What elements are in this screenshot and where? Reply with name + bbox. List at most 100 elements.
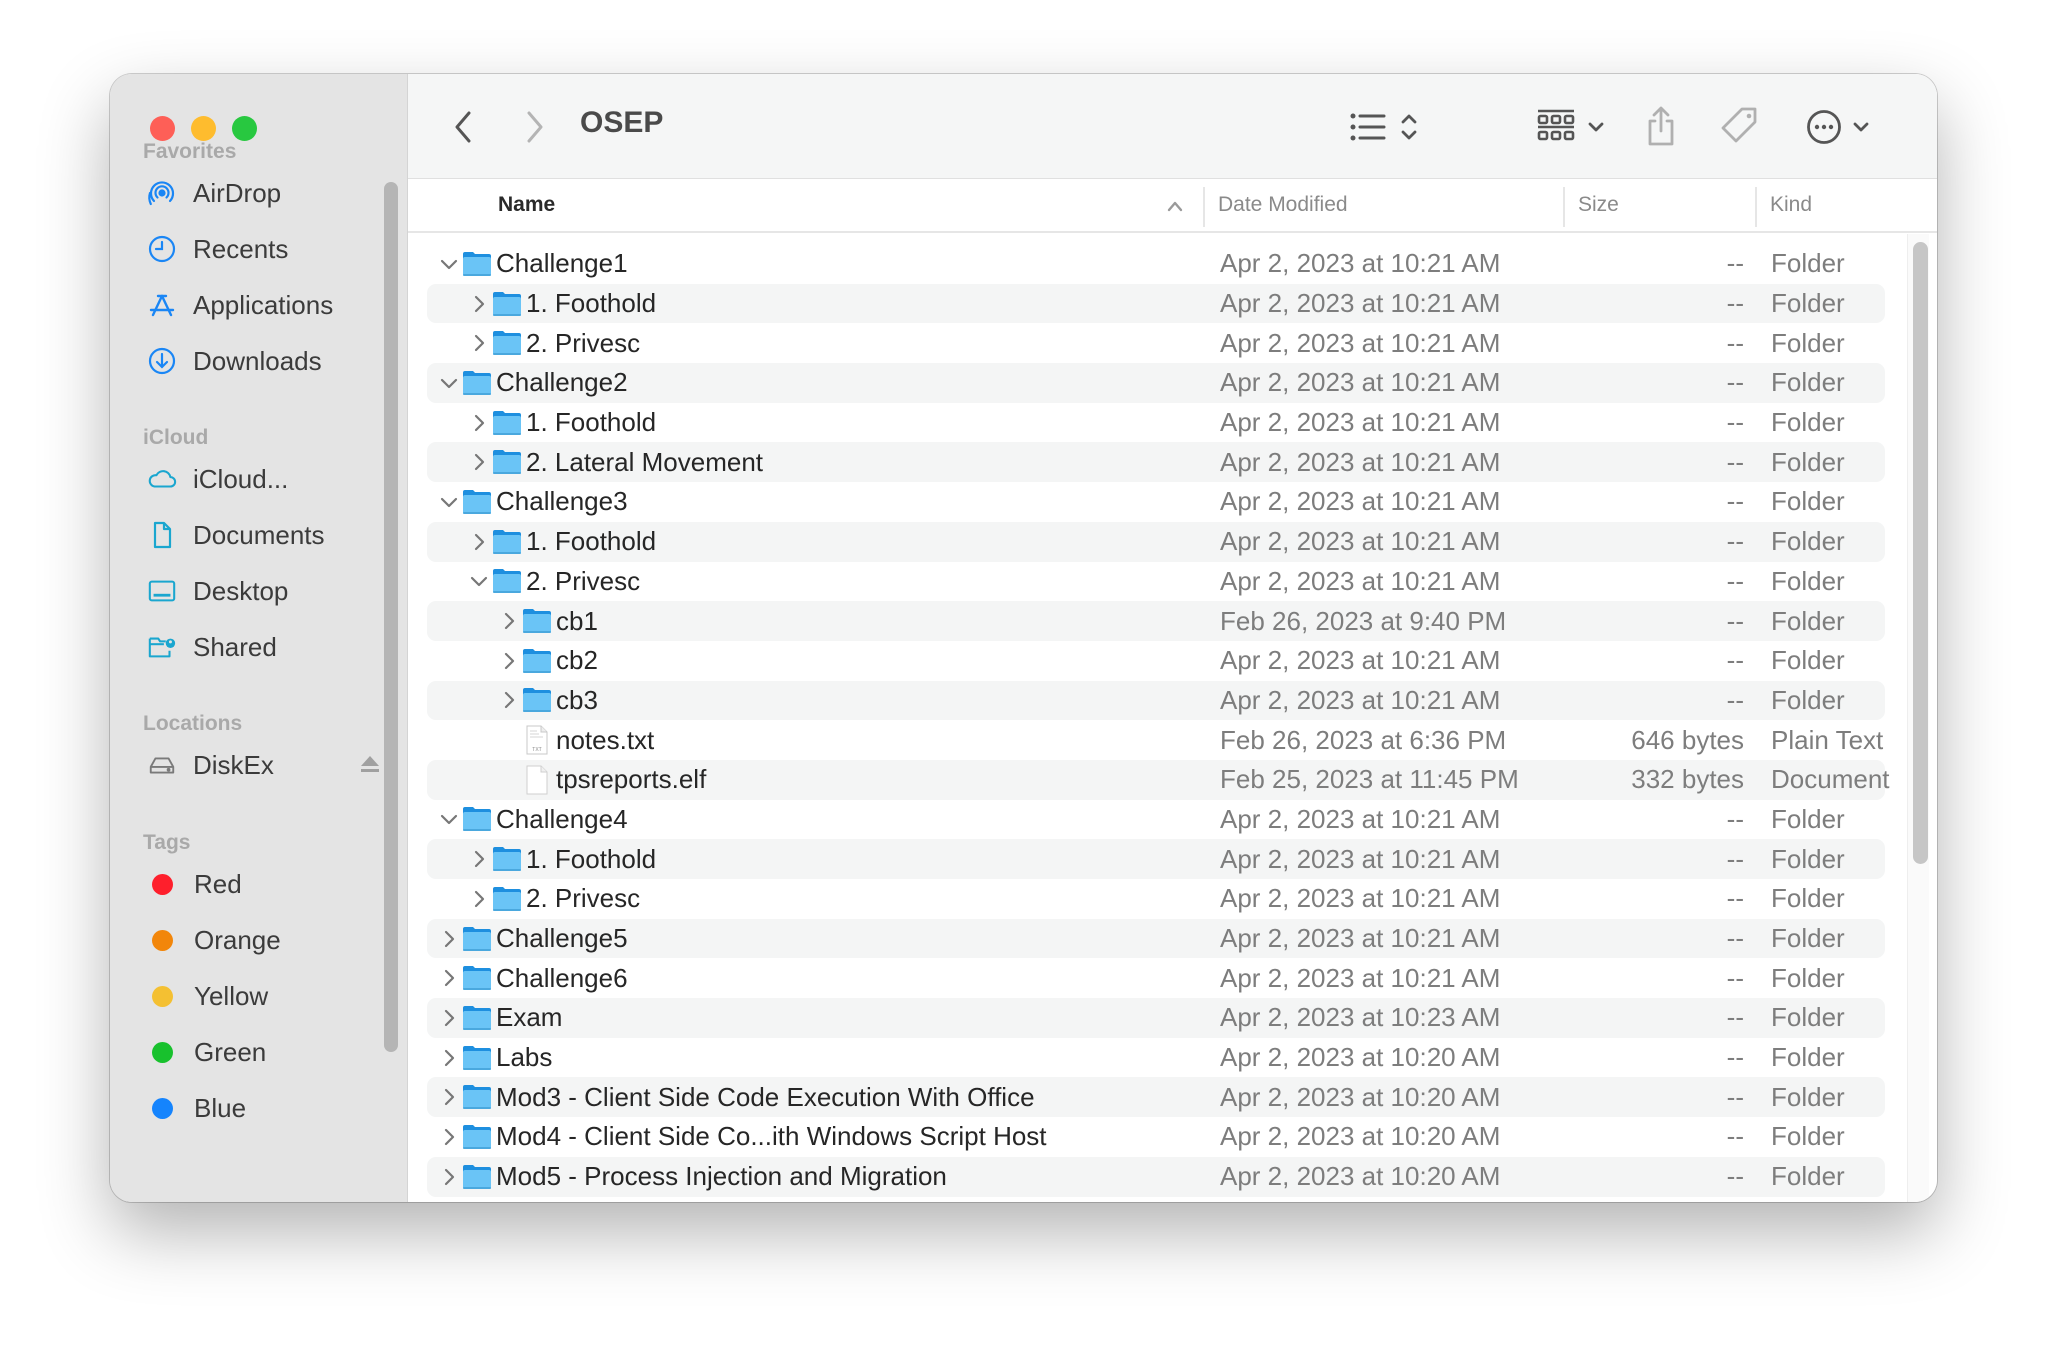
back-button[interactable]	[446, 108, 480, 146]
file-row[interactable]: TXT notes.txt Feb 26, 2023 at 6:36 PM 646 b…	[408, 720, 1893, 760]
item-name: 1. Foothold	[526, 407, 657, 438]
document-file-icon	[522, 760, 552, 800]
sidebar-tag-red[interactable]: Red	[147, 864, 387, 904]
sort-ascending-icon[interactable]	[1166, 199, 1184, 217]
sidebar-item-label: Green	[194, 1036, 267, 1067]
folder-row[interactable]: Challenge3 Apr 2, 2023 at 10:21 AM -- Folde…	[408, 482, 1893, 522]
green-tag-dot-icon	[152, 1041, 173, 1063]
sidebar-tag-yellow[interactable]: Yellow	[147, 976, 387, 1016]
item-name: notes.txt	[556, 724, 655, 755]
item-date-modified: Feb 26, 2023 at 6:36 PM	[1220, 724, 1507, 755]
sidebar-item-recents[interactable]: Recents	[147, 229, 387, 269]
disclosure-collapsed-icon[interactable]	[467, 284, 491, 324]
sidebar-item-downloads[interactable]: Downloads	[147, 341, 387, 381]
column-divider[interactable]	[1203, 187, 1205, 227]
sidebar-scrollbar[interactable]	[384, 182, 398, 1052]
sidebar-item-applications[interactable]: Applications	[147, 285, 387, 325]
folder-row[interactable]: Mod5 - Process Injection and Migration Ap…	[408, 1156, 1893, 1197]
forward-button[interactable]	[518, 108, 552, 146]
item-name: Exam	[496, 1002, 563, 1033]
disclosure-collapsed-icon[interactable]	[497, 681, 521, 721]
disclosure-expanded-icon[interactable]	[437, 482, 461, 522]
tag-button[interactable]	[1718, 104, 1762, 148]
folder-row[interactable]: 1. Foothold Apr 2, 2023 at 10:21 AM -- Fold…	[408, 839, 1893, 879]
disclosure-expanded-icon[interactable]	[437, 800, 461, 840]
folder-row[interactable]: 1. Foothold Apr 2, 2023 at 10:21 AM -- Fold…	[408, 283, 1893, 324]
disclosure-collapsed-icon[interactable]	[467, 879, 491, 919]
group-grid-icon	[1537, 109, 1575, 141]
folder-row[interactable]: Exam Apr 2, 2023 at 10:23 AM -- Folder	[408, 998, 1893, 1038]
item-size: --	[1726, 843, 1744, 874]
item-kind: Folder	[1771, 526, 1845, 557]
item-name: Challenge3	[496, 486, 628, 517]
disclosure-collapsed-icon[interactable]	[467, 442, 491, 482]
item-size: --	[1726, 923, 1744, 954]
disclosure-collapsed-icon[interactable]	[437, 998, 461, 1038]
sidebar-item-icloud-drive[interactable]: iCloud...	[147, 459, 387, 499]
sidebar-item-airdrop[interactable]: AirDrop	[147, 173, 387, 213]
folder-row[interactable]: Challenge5 Apr 2, 2023 at 10:21 AM -- Folde…	[408, 918, 1893, 959]
disclosure-collapsed-icon[interactable]	[497, 641, 521, 681]
folder-row[interactable]: Labs Apr 2, 2023 at 10:20 AM -- Folder	[408, 1038, 1893, 1078]
disclosure-expanded-icon[interactable]	[437, 244, 461, 284]
folder-icon	[462, 1077, 492, 1117]
more-actions-button[interactable]	[1801, 106, 1875, 148]
column-header-date-modified[interactable]: Date Modified	[1218, 193, 1348, 217]
disclosure-collapsed-icon[interactable]	[437, 919, 461, 959]
scrollbar-thumb[interactable]	[1913, 242, 1928, 864]
folder-row[interactable]: Challenge1 Apr 2, 2023 at 10:21 AM -- Folde…	[408, 244, 1893, 284]
folder-row[interactable]: cb2 Apr 2, 2023 at 10:21 AM -- Folder	[408, 641, 1893, 681]
disclosure-expanded-icon[interactable]	[437, 363, 461, 403]
minimize-button[interactable]	[191, 116, 216, 141]
folder-row[interactable]: 2. Privesc Apr 2, 2023 at 10:21 AM -- Folde…	[408, 879, 1893, 919]
disclosure-collapsed-icon[interactable]	[437, 1117, 461, 1157]
sidebar-tag-orange[interactable]: Orange	[147, 920, 387, 960]
disclosure-collapsed-icon[interactable]	[467, 522, 491, 562]
folder-row[interactable]: cb3 Apr 2, 2023 at 10:21 AM -- Folder	[408, 680, 1893, 721]
disclosure-collapsed-icon[interactable]	[437, 1157, 461, 1197]
folder-icon	[522, 681, 552, 721]
disclosure-expanded-icon[interactable]	[467, 562, 491, 602]
download-icon	[147, 346, 177, 376]
column-divider[interactable]	[1563, 187, 1565, 227]
sidebar-item-desktop[interactable]: Desktop	[147, 571, 387, 611]
disclosure-collapsed-icon[interactable]	[497, 601, 521, 641]
file-list-scrollbar[interactable]	[1907, 234, 1929, 1202]
folder-row[interactable]: cb1 Feb 26, 2023 at 9:40 PM -- Folder	[408, 601, 1893, 641]
group-button[interactable]	[1531, 106, 1611, 148]
folder-row[interactable]: Challenge4 Apr 2, 2023 at 10:21 AM -- Folde…	[408, 800, 1893, 840]
folder-row[interactable]: 2. Privesc Apr 2, 2023 at 10:21 AM -- Folde…	[408, 323, 1893, 363]
sidebar-tag-blue[interactable]: Blue	[147, 1088, 387, 1128]
folder-row[interactable]: Mod3 - Client Side Code Execution With O…	[408, 1077, 1893, 1117]
disclosure-collapsed-icon[interactable]	[467, 403, 491, 443]
item-kind: Folder	[1771, 565, 1845, 596]
folder-row[interactable]: 2. Lateral Movement Apr 2, 2023 at 10:21 …	[408, 442, 1893, 482]
eject-icon[interactable]	[359, 753, 381, 780]
folder-row[interactable]: Challenge6 Apr 2, 2023 at 10:21 AM -- Folde…	[408, 958, 1893, 998]
column-header-name[interactable]: Name	[498, 193, 555, 217]
folder-row[interactable]: 2. Privesc Apr 2, 2023 at 10:21 AM -- Folde…	[408, 562, 1893, 602]
zoom-button[interactable]	[232, 116, 257, 141]
disclosure-collapsed-icon[interactable]	[437, 958, 461, 998]
disclosure-collapsed-icon[interactable]	[467, 839, 491, 879]
folder-row[interactable]: 1. Foothold Apr 2, 2023 at 10:21 AM -- Fold…	[408, 403, 1893, 443]
disclosure-collapsed-icon[interactable]	[437, 1077, 461, 1117]
view-options-button[interactable]	[1344, 106, 1424, 148]
column-divider[interactable]	[1755, 187, 1757, 227]
sidebar-item-diskex[interactable]: DiskEx	[147, 745, 387, 785]
close-button[interactable]	[150, 116, 175, 141]
sidebar-tag-green[interactable]: Green	[147, 1032, 387, 1072]
folder-row[interactable]: Mod4 - Client Side Co...ith Windows Scri…	[408, 1117, 1893, 1157]
file-row[interactable]: tpsreports.elf Feb 25, 2023 at 11:45 PM 33…	[408, 759, 1893, 800]
column-header-size[interactable]: Size	[1578, 193, 1619, 217]
sidebar-item-shared[interactable]: Shared	[147, 627, 387, 667]
folder-row[interactable]: 1. Foothold Apr 2, 2023 at 10:21 AM -- Fold…	[408, 521, 1893, 562]
column-header-kind[interactable]: Kind	[1770, 193, 1812, 217]
disclosure-collapsed-icon[interactable]	[467, 323, 491, 363]
sidebar-item-documents[interactable]: Documents	[147, 515, 387, 555]
item-date-modified: Apr 2, 2023 at 10:21 AM	[1220, 803, 1501, 834]
sidebar-item-label: Downloads	[193, 345, 322, 376]
disclosure-collapsed-icon[interactable]	[437, 1038, 461, 1078]
share-button[interactable]	[1641, 102, 1681, 150]
folder-row[interactable]: Challenge2 Apr 2, 2023 at 10:21 AM -- Folde…	[408, 363, 1893, 403]
